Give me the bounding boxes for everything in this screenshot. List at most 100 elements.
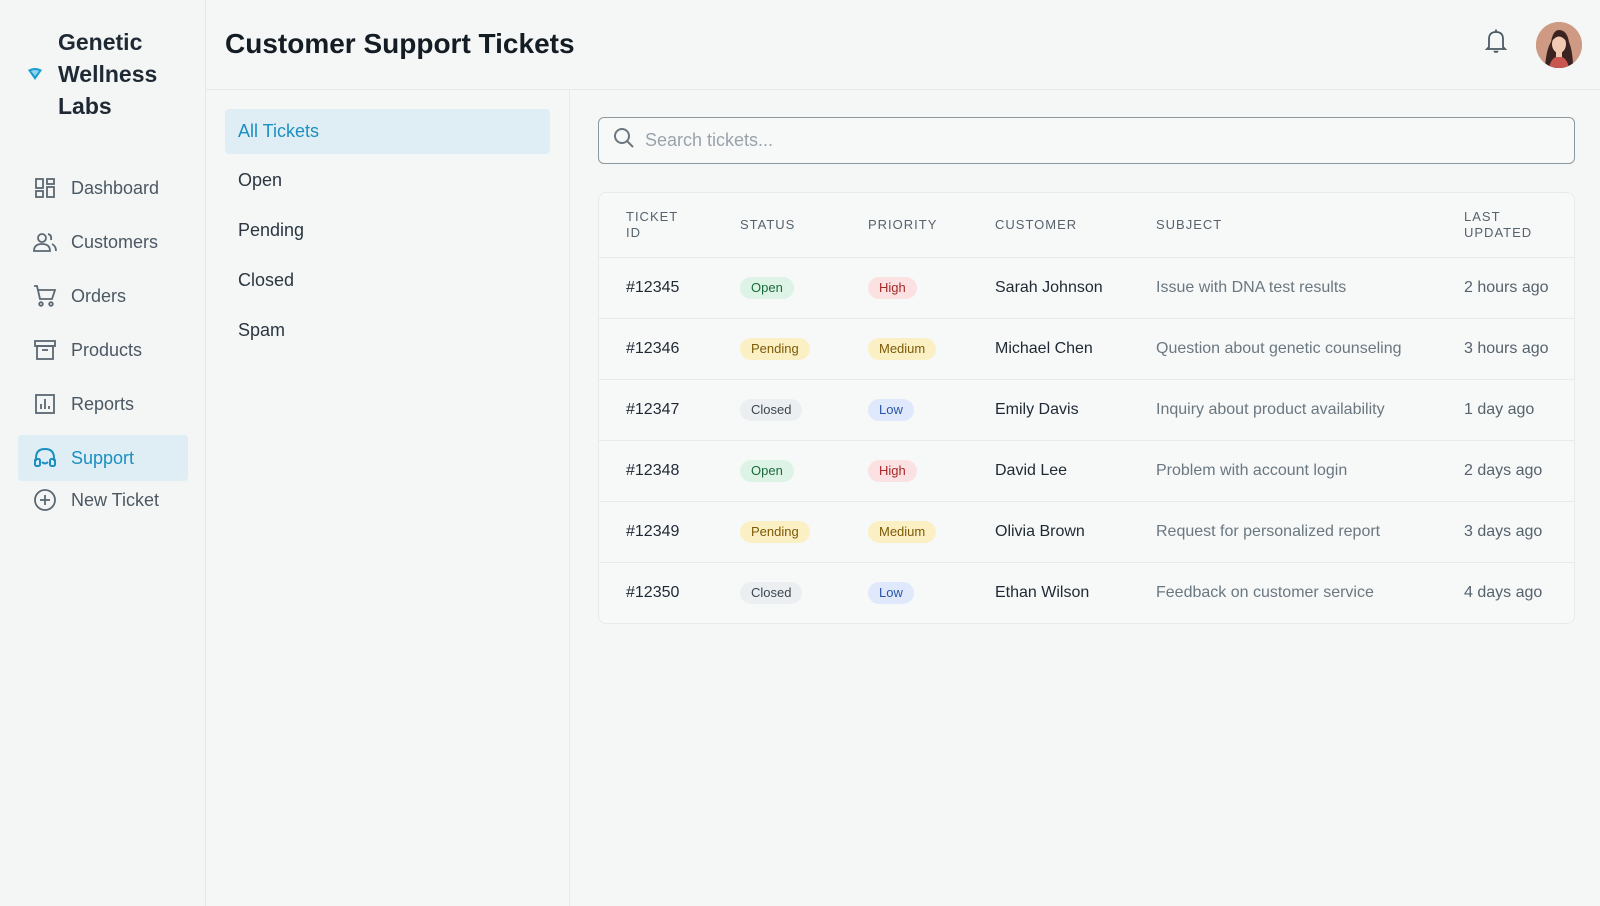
col-priority[interactable]: PRIORITY [841,193,968,258]
archive-icon [33,338,57,362]
table-row[interactable]: #12346 Pending Medium Michael Chen Question … [599,318,1574,380]
nav-item-new-ticket[interactable]: New Ticket [18,483,188,517]
ticket-status: Closed [713,562,841,623]
col-label: LAST UPDATED [1464,208,1533,240]
ticket-subject: Inquiry about product availability [1129,379,1437,441]
col-ticket-id[interactable]: TICKET ID [599,193,713,258]
ticket-last-updated: 4 days ago [1464,583,1543,601]
nav-label: Products [71,339,143,360]
nav-item-dashboard[interactable]: Dashboard [18,165,188,211]
ticket-id-text: #12348 [626,461,680,479]
status-badge: Open [740,276,794,299]
col-customer[interactable]: CUSTOMER [968,193,1129,258]
ticket-subject: Feedback on customer service [1156,583,1374,601]
ticket-id: #12345 [599,257,713,319]
ticket-last-updated: 2 hours ago [1437,257,1574,319]
filter-open[interactable]: Open [225,158,550,203]
ticket-customer: Emily Davis [968,379,1129,441]
ticket-status: Pending [713,318,841,380]
main-nav: Dashboard Customers Orders Products Repo… [18,165,188,525]
status-badge: Open [740,459,794,482]
priority-badge: Medium [868,520,937,543]
table-row[interactable]: #12345 Open High Sarah Johnson Issue with DN… [599,257,1574,319]
ticket-id-text: #12347 [626,400,680,418]
nav-label: New Ticket [71,489,160,510]
col-label: TICKET ID [626,208,678,240]
ticket-filters: All Tickets Open Pending Closed Spam [206,90,570,906]
col-subject[interactable]: SUBJECT [1129,193,1437,258]
plus-circle-icon [33,488,57,512]
nav-item-support[interactable]: Support [18,435,188,481]
ticket-id-text: #12346 [626,339,680,357]
ticket-last-updated: 3 hours ago [1437,318,1574,380]
ticket-priority: High [841,440,968,502]
search-input[interactable] [645,130,1545,151]
ticket-priority: High [841,257,968,319]
ticket-priority: Medium [841,501,968,563]
filter-spam[interactable]: Spam [225,308,550,353]
ticket-subject: Request for personalized report [1129,501,1437,563]
table-row[interactable]: #12350 Closed Low Ethan Wilson Feedback on c… [599,562,1574,623]
brand[interactable]: Genetic Wellness Labs [26,26,188,122]
nav-label: Dashboard [71,177,160,198]
ticket-id-text: #12350 [626,583,680,601]
nav-label: Support [71,447,135,468]
nav-label: Reports [71,393,135,414]
nav-label: Customers [71,231,159,252]
nav-item-reports[interactable]: Reports [18,381,188,427]
status-badge: Pending [740,520,810,543]
ticket-priority: Low [841,562,968,623]
ticket-status: Open [713,257,841,319]
ticket-priority: Low [841,379,968,441]
priority-badge: High [868,276,917,299]
search-icon [613,127,635,154]
user-avatar[interactable] [1536,22,1582,68]
logo-icon [28,68,42,80]
filter-closed[interactable]: Closed [225,258,550,303]
ticket-customer: Sarah Johnson [968,257,1129,319]
filter-all-tickets[interactable]: All Tickets [225,109,550,154]
table-row[interactable]: #12349 Pending Medium Olivia Brown Request f… [599,501,1574,563]
ticket-customer: David Lee [968,440,1129,502]
search-box [598,117,1575,164]
bar-chart-icon [33,392,57,416]
users-icon [33,230,57,254]
ticket-id: #12348 [599,440,713,502]
nav-label: Orders [71,285,127,306]
nav-item-orders[interactable]: Orders [18,273,188,319]
ticket-id: #12350 [599,562,713,623]
ticket-customer: Olivia Brown [968,501,1129,563]
ticket-customer: Ethan Wilson [995,583,1090,601]
tickets-table: TICKET ID STATUS PRIORITY CUSTOMER SUBJE… [598,192,1575,624]
ticket-last-updated: 1 day ago [1437,379,1574,441]
nav-item-products[interactable]: Products [18,327,188,373]
notification-bell-icon[interactable] [1484,28,1508,54]
page-title: Customer Support Tickets [225,28,575,59]
ticket-subject: Question about genetic counseling [1129,318,1437,380]
ticket-last-updated: 3 days ago [1437,501,1574,563]
table-header-row: TICKET ID STATUS PRIORITY CUSTOMER SUBJE… [599,193,1574,258]
ticket-status: Pending [713,501,841,563]
ticket-id: #12347 [599,379,713,441]
priority-badge: Low [868,581,914,604]
top-header: Customer Support Tickets [206,0,1600,90]
priority-badge: Medium [868,337,937,360]
table-row[interactable]: #12347 Closed Low Emily Davis Inquiry about … [599,379,1574,441]
priority-badge: Low [868,398,914,421]
col-last-updated[interactable]: LAST UPDATED [1437,193,1574,258]
dashboard-icon [33,176,57,200]
ticket-id: #12346 [599,318,713,380]
ticket-id-text: #12349 [626,522,680,540]
cart-icon [33,284,57,308]
headset-icon [33,446,57,470]
status-badge: Closed [740,581,803,604]
col-status[interactable]: STATUS [713,193,841,258]
status-badge: Pending [740,337,810,360]
sidebar: Genetic Wellness Labs Dashboard Customer… [0,0,206,906]
ticket-subject: Problem with account login [1129,440,1437,502]
ticket-id: #12349 [599,501,713,563]
priority-badge: High [868,459,917,482]
filter-pending[interactable]: Pending [225,208,550,253]
table-row[interactable]: #12348 Open High David Lee Problem with acco… [599,440,1574,502]
nav-item-customers[interactable]: Customers [18,219,188,265]
